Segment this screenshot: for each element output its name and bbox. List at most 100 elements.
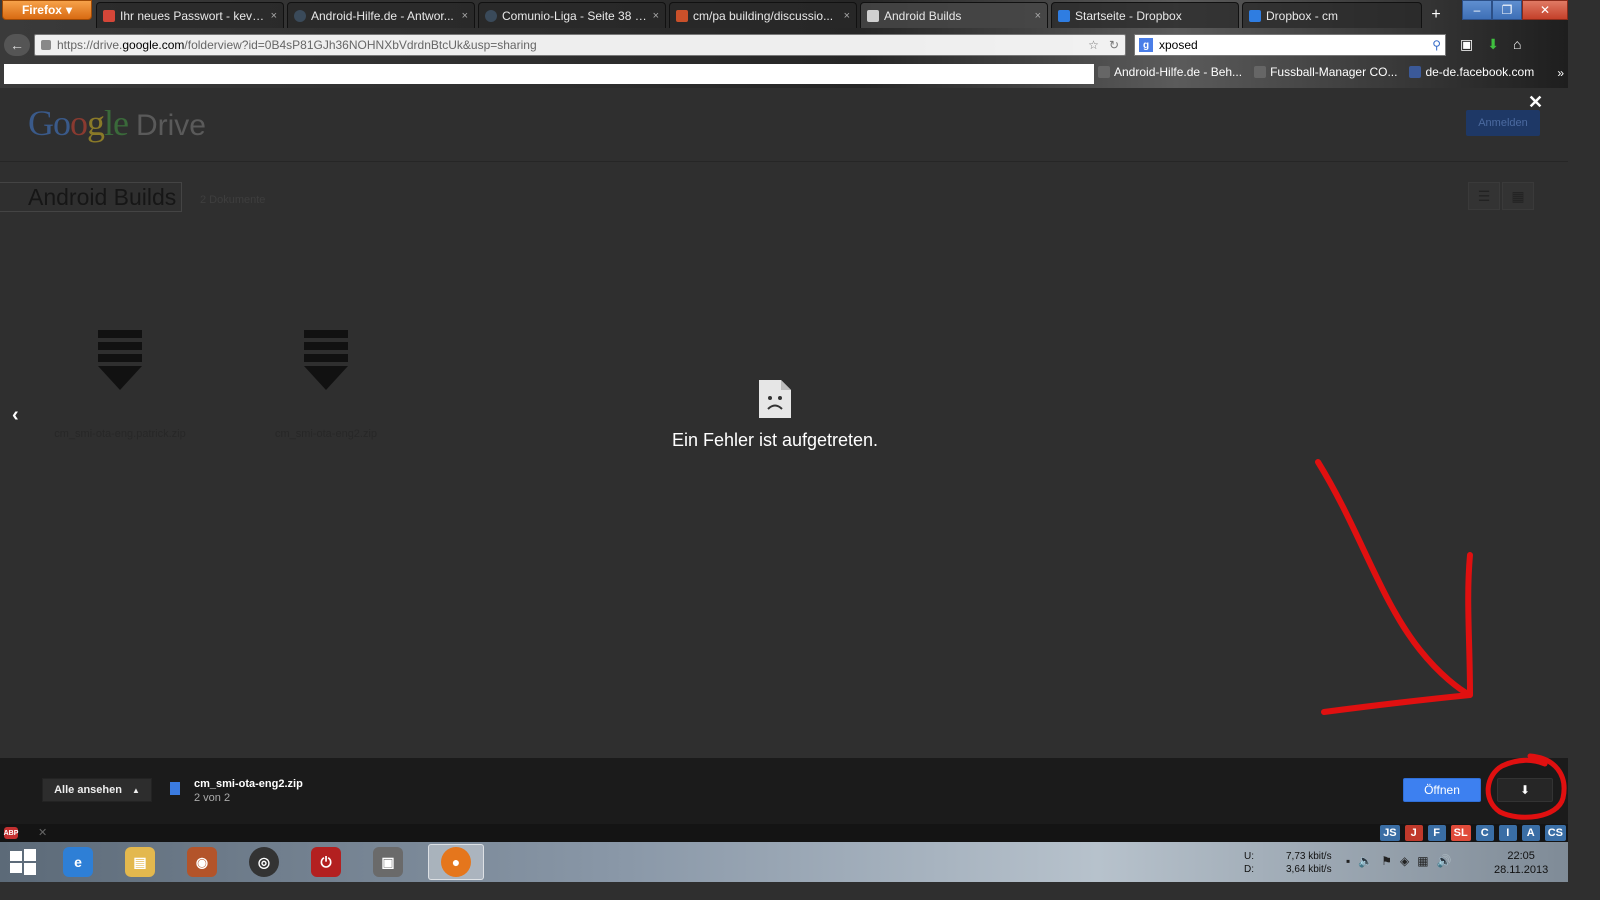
minimize-button[interactable]: – — [1462, 0, 1492, 20]
grid-view-icon[interactable]: ▦ — [1502, 182, 1534, 210]
current-file-info: cm_smi-ota-eng2.zip 2 von 2 — [170, 778, 303, 804]
firefox-menu-button[interactable]: Firefox ▾ — [2, 0, 92, 20]
viewer-bottom-bar: Alle ansehen ▲ cm_smi-ota-eng2.zip 2 von… — [0, 758, 1568, 824]
dropbox-icon — [1058, 9, 1070, 22]
upload-label: U: — [1244, 851, 1254, 862]
logo-part: o — [70, 103, 88, 143]
speaker-app-icon: ◎ — [249, 847, 279, 877]
android-hilfe-icon — [1098, 66, 1110, 78]
app-tray-icon[interactable]: ▪ — [1346, 854, 1350, 868]
view-all-button[interactable]: Alle ansehen ▲ — [42, 778, 152, 802]
addon-badge-a[interactable]: A — [1521, 825, 1540, 841]
bookmark-fussball-manager[interactable]: Fussball-Manager CO... — [1254, 65, 1397, 79]
taskbar-apps: e ▤ ◉ ◎ ⏻ ▣ ● — [56, 844, 484, 880]
tab-android-hilfe[interactable]: Android-Hilfe.de - Antwor... × — [287, 2, 475, 28]
file-tile[interactable]: cm_smi-ota-eng.patrick.zip — [40, 330, 200, 440]
drive-icon — [867, 9, 879, 22]
url-bar[interactable]: https://drive.google.com/folderview?id=0… — [34, 34, 1126, 56]
file-tile[interactable]: cm_smi-ota-eng2.zip — [246, 330, 406, 440]
bookmarks-menu-icon[interactable]: ▣ — [1460, 36, 1473, 53]
action-center-flag-icon[interactable]: ⚑ — [1381, 854, 1392, 868]
google-search-engine-icon[interactable]: g — [1139, 38, 1153, 52]
url-prefix: https://drive. — [57, 38, 123, 52]
media-app[interactable]: ◉ — [180, 844, 224, 880]
sign-in-button[interactable]: Anmelden — [1466, 110, 1540, 136]
folder-count: 2 Dokumente — [200, 194, 266, 206]
lock-icon — [41, 40, 51, 50]
search-bar[interactable]: g xposed ⚲ — [1134, 34, 1446, 56]
window-controls: – ❐ ✕ — [1462, 0, 1568, 20]
previous-file-arrow[interactable]: ‹ — [12, 404, 19, 427]
close-tab-icon[interactable]: × — [462, 10, 468, 22]
fussball-manager-icon — [1254, 66, 1267, 78]
clock[interactable]: 22:05 28.11.2013 — [1494, 849, 1548, 877]
tab-android-builds[interactable]: Android Builds × — [860, 2, 1048, 28]
sad-document-icon — [759, 380, 791, 418]
clock-time: 22:05 — [1507, 850, 1535, 862]
logo-product-name: Drive — [135, 109, 206, 142]
close-window-button[interactable]: ✕ — [1522, 0, 1568, 20]
list-view-icon[interactable]: ☰ — [1468, 182, 1500, 210]
logo-part: le — [104, 103, 129, 143]
close-tab-icon[interactable]: × — [1035, 10, 1041, 22]
volume-icon[interactable]: 🔊 — [1437, 854, 1452, 868]
windows-taskbar: e ▤ ◉ ◎ ⏻ ▣ ● U: D: 7,73 kbit/s 3,64 kbi… — [0, 842, 1568, 882]
download-button[interactable]: ⬇ — [1497, 778, 1553, 802]
bookmark-facebook[interactable]: de-de.facebook.com — [1409, 65, 1534, 79]
file-explorer-app[interactable]: ▤ — [118, 844, 162, 880]
mute-icon[interactable]: 🔈 — [1358, 854, 1373, 868]
addon-badge-i[interactable]: I — [1498, 825, 1517, 841]
internet-explorer-app[interactable]: e — [56, 844, 100, 880]
search-icon[interactable]: ⚲ — [1432, 38, 1441, 52]
drive-viewer-page: Google Drive Anmelden ✕ Android Builds 2 … — [0, 88, 1568, 758]
tab-gmail[interactable]: Ihr neues Passwort - kevin... × — [96, 2, 284, 28]
document-app[interactable]: ▣ — [366, 844, 410, 880]
addon-badge-j[interactable]: J — [1404, 825, 1423, 841]
close-viewer-icon[interactable]: ✕ — [1528, 92, 1543, 113]
addon-badge-f[interactable]: F — [1427, 825, 1446, 841]
caret-up-icon: ▲ — [131, 785, 140, 795]
star-icon[interactable]: ☆ — [1088, 38, 1099, 52]
addon-badge-sl[interactable]: SL — [1450, 825, 1471, 841]
facebook-icon — [1409, 66, 1422, 78]
chevron-right-icon[interactable]: » — [1557, 66, 1564, 80]
addon-badge-js[interactable]: JS — [1380, 825, 1400, 841]
back-button[interactable]: ← — [4, 34, 30, 56]
addon-badge-c[interactable]: C — [1475, 825, 1494, 841]
close-icon[interactable]: ✕ — [38, 826, 47, 839]
adblock-icon[interactable]: ABP — [4, 827, 18, 839]
search-input[interactable]: xposed — [1159, 38, 1198, 52]
bookmarks-blank-area — [4, 64, 1094, 84]
download-arrow-icon[interactable]: ⬇ — [1487, 36, 1499, 53]
reload-icon[interactable]: ↻ — [1109, 38, 1119, 52]
windows-start-icon[interactable] — [8, 848, 38, 876]
close-tab-icon[interactable]: × — [271, 10, 277, 22]
tab-dropbox-cm[interactable]: Dropbox - cm — [1242, 2, 1422, 28]
speaker-app[interactable]: ◎ — [242, 844, 286, 880]
network-icon[interactable]: ▦ — [1417, 854, 1428, 868]
bookmark-android-hilfe[interactable]: Android-Hilfe.de - Beh... — [1098, 65, 1242, 79]
android-hilfe-icon — [294, 9, 306, 22]
file-position: 2 von 2 — [194, 792, 231, 804]
addon-badges: JS J F SL C I A CS — [1380, 825, 1566, 841]
shutdown-app[interactable]: ⏻ — [304, 844, 348, 880]
media-player-icon: ◉ — [187, 847, 217, 877]
new-tab-button[interactable]: + — [1425, 4, 1447, 26]
tab-xda[interactable]: cm/pa building/discussio... × — [669, 2, 857, 28]
tab-title: cm/pa building/discussio... — [693, 8, 834, 23]
close-tab-icon[interactable]: × — [653, 10, 659, 22]
maximize-button[interactable]: ❐ — [1492, 0, 1522, 20]
tab-title: Android-Hilfe.de - Antwor... — [311, 8, 454, 23]
chevron-down-icon: ▾ — [65, 3, 73, 17]
shield-icon[interactable]: ◈ — [1400, 854, 1409, 868]
url-text: https://drive.google.com/folderview?id=0… — [57, 38, 537, 52]
close-tab-icon[interactable]: × — [844, 10, 850, 22]
addon-badge-cs[interactable]: CS — [1544, 825, 1566, 841]
firefox-app[interactable]: ● — [428, 844, 484, 880]
home-icon[interactable]: ⌂ — [1513, 36, 1521, 53]
open-button[interactable]: Öffnen — [1403, 778, 1481, 802]
bookmark-label: de-de.facebook.com — [1425, 65, 1535, 79]
power-icon: ⏻ — [311, 847, 341, 877]
tab-comunio[interactable]: Comunio-Liga - Seite 38 - ... × — [478, 2, 666, 28]
tab-dropbox-home[interactable]: Startseite - Dropbox — [1051, 2, 1239, 28]
